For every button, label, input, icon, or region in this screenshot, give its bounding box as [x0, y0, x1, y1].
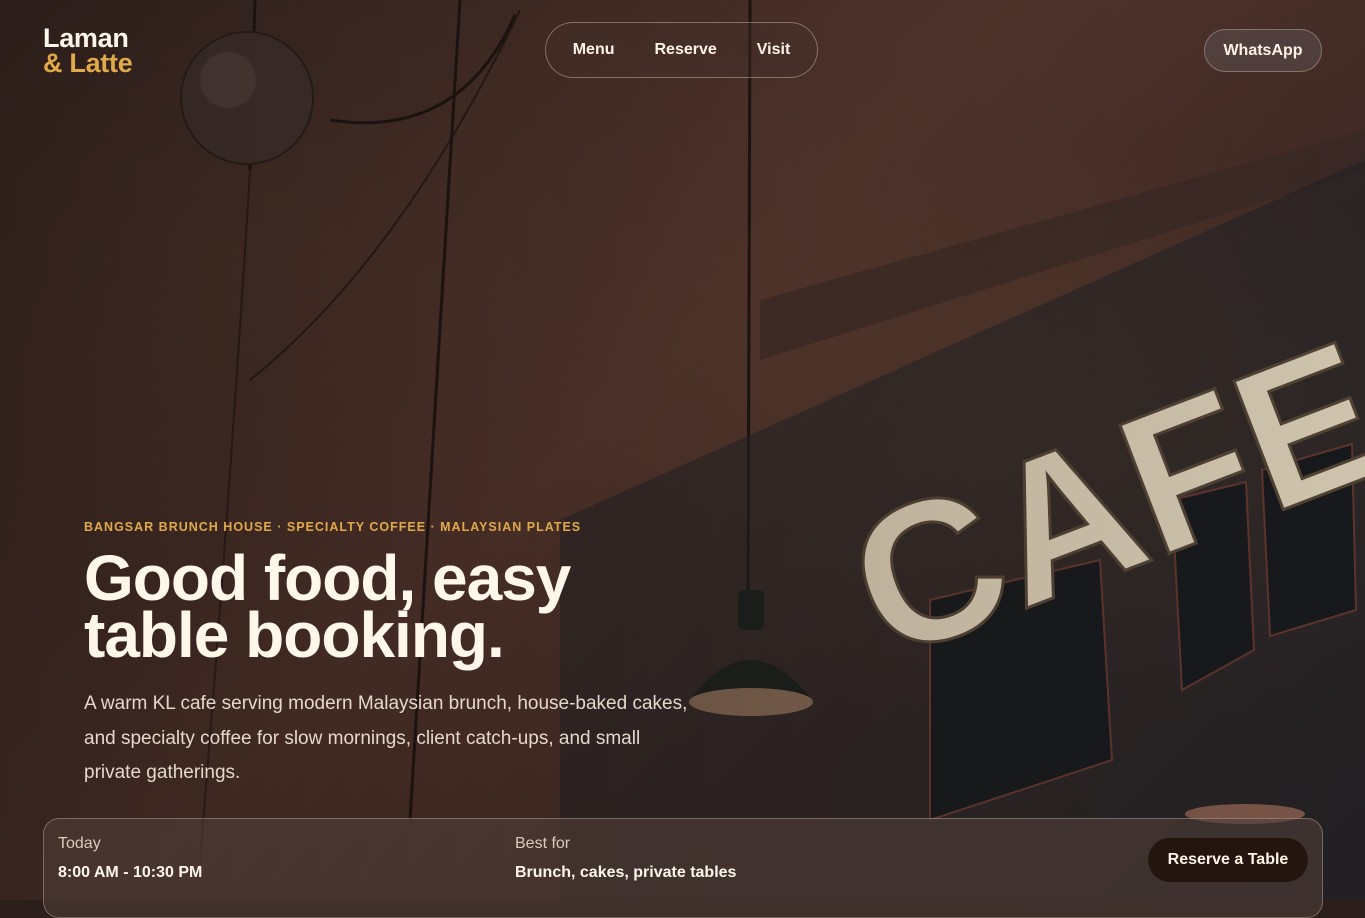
headline-line-2: table booking. [84, 599, 505, 671]
today-hours: 8:00 AM - 10:30 PM [58, 864, 203, 881]
best-for-label: Best for [515, 835, 571, 852]
main-nav: Menu Reserve Visit [545, 22, 818, 78]
today-label: Today [58, 835, 101, 852]
nav-item-menu[interactable]: Menu [573, 41, 615, 59]
hero-eyebrow: BANGSAR BRUNCH HOUSE · SPECIALTY COFFEE … [84, 520, 582, 534]
hero-headline: Good food, easy table booking. [84, 546, 724, 667]
whatsapp-button[interactable]: WhatsApp [1204, 29, 1322, 72]
brand-name-line2: & Latte [43, 48, 133, 78]
reserve-table-button[interactable]: Reserve a Table [1148, 838, 1308, 882]
nav-item-reserve[interactable]: Reserve [655, 41, 717, 59]
hero-description: A warm KL cafe serving modern Malaysian … [84, 693, 688, 783]
brand-logo[interactable]: Laman & Latte [43, 25, 133, 78]
cafe-sign: CAFE [823, 299, 1365, 702]
nav-item-visit[interactable]: Visit [757, 41, 791, 59]
info-bar: Today 8:00 AM - 10:30 PM Best for Brunch… [43, 818, 1323, 918]
best-for-value: Brunch, cakes, private tables [515, 864, 737, 881]
